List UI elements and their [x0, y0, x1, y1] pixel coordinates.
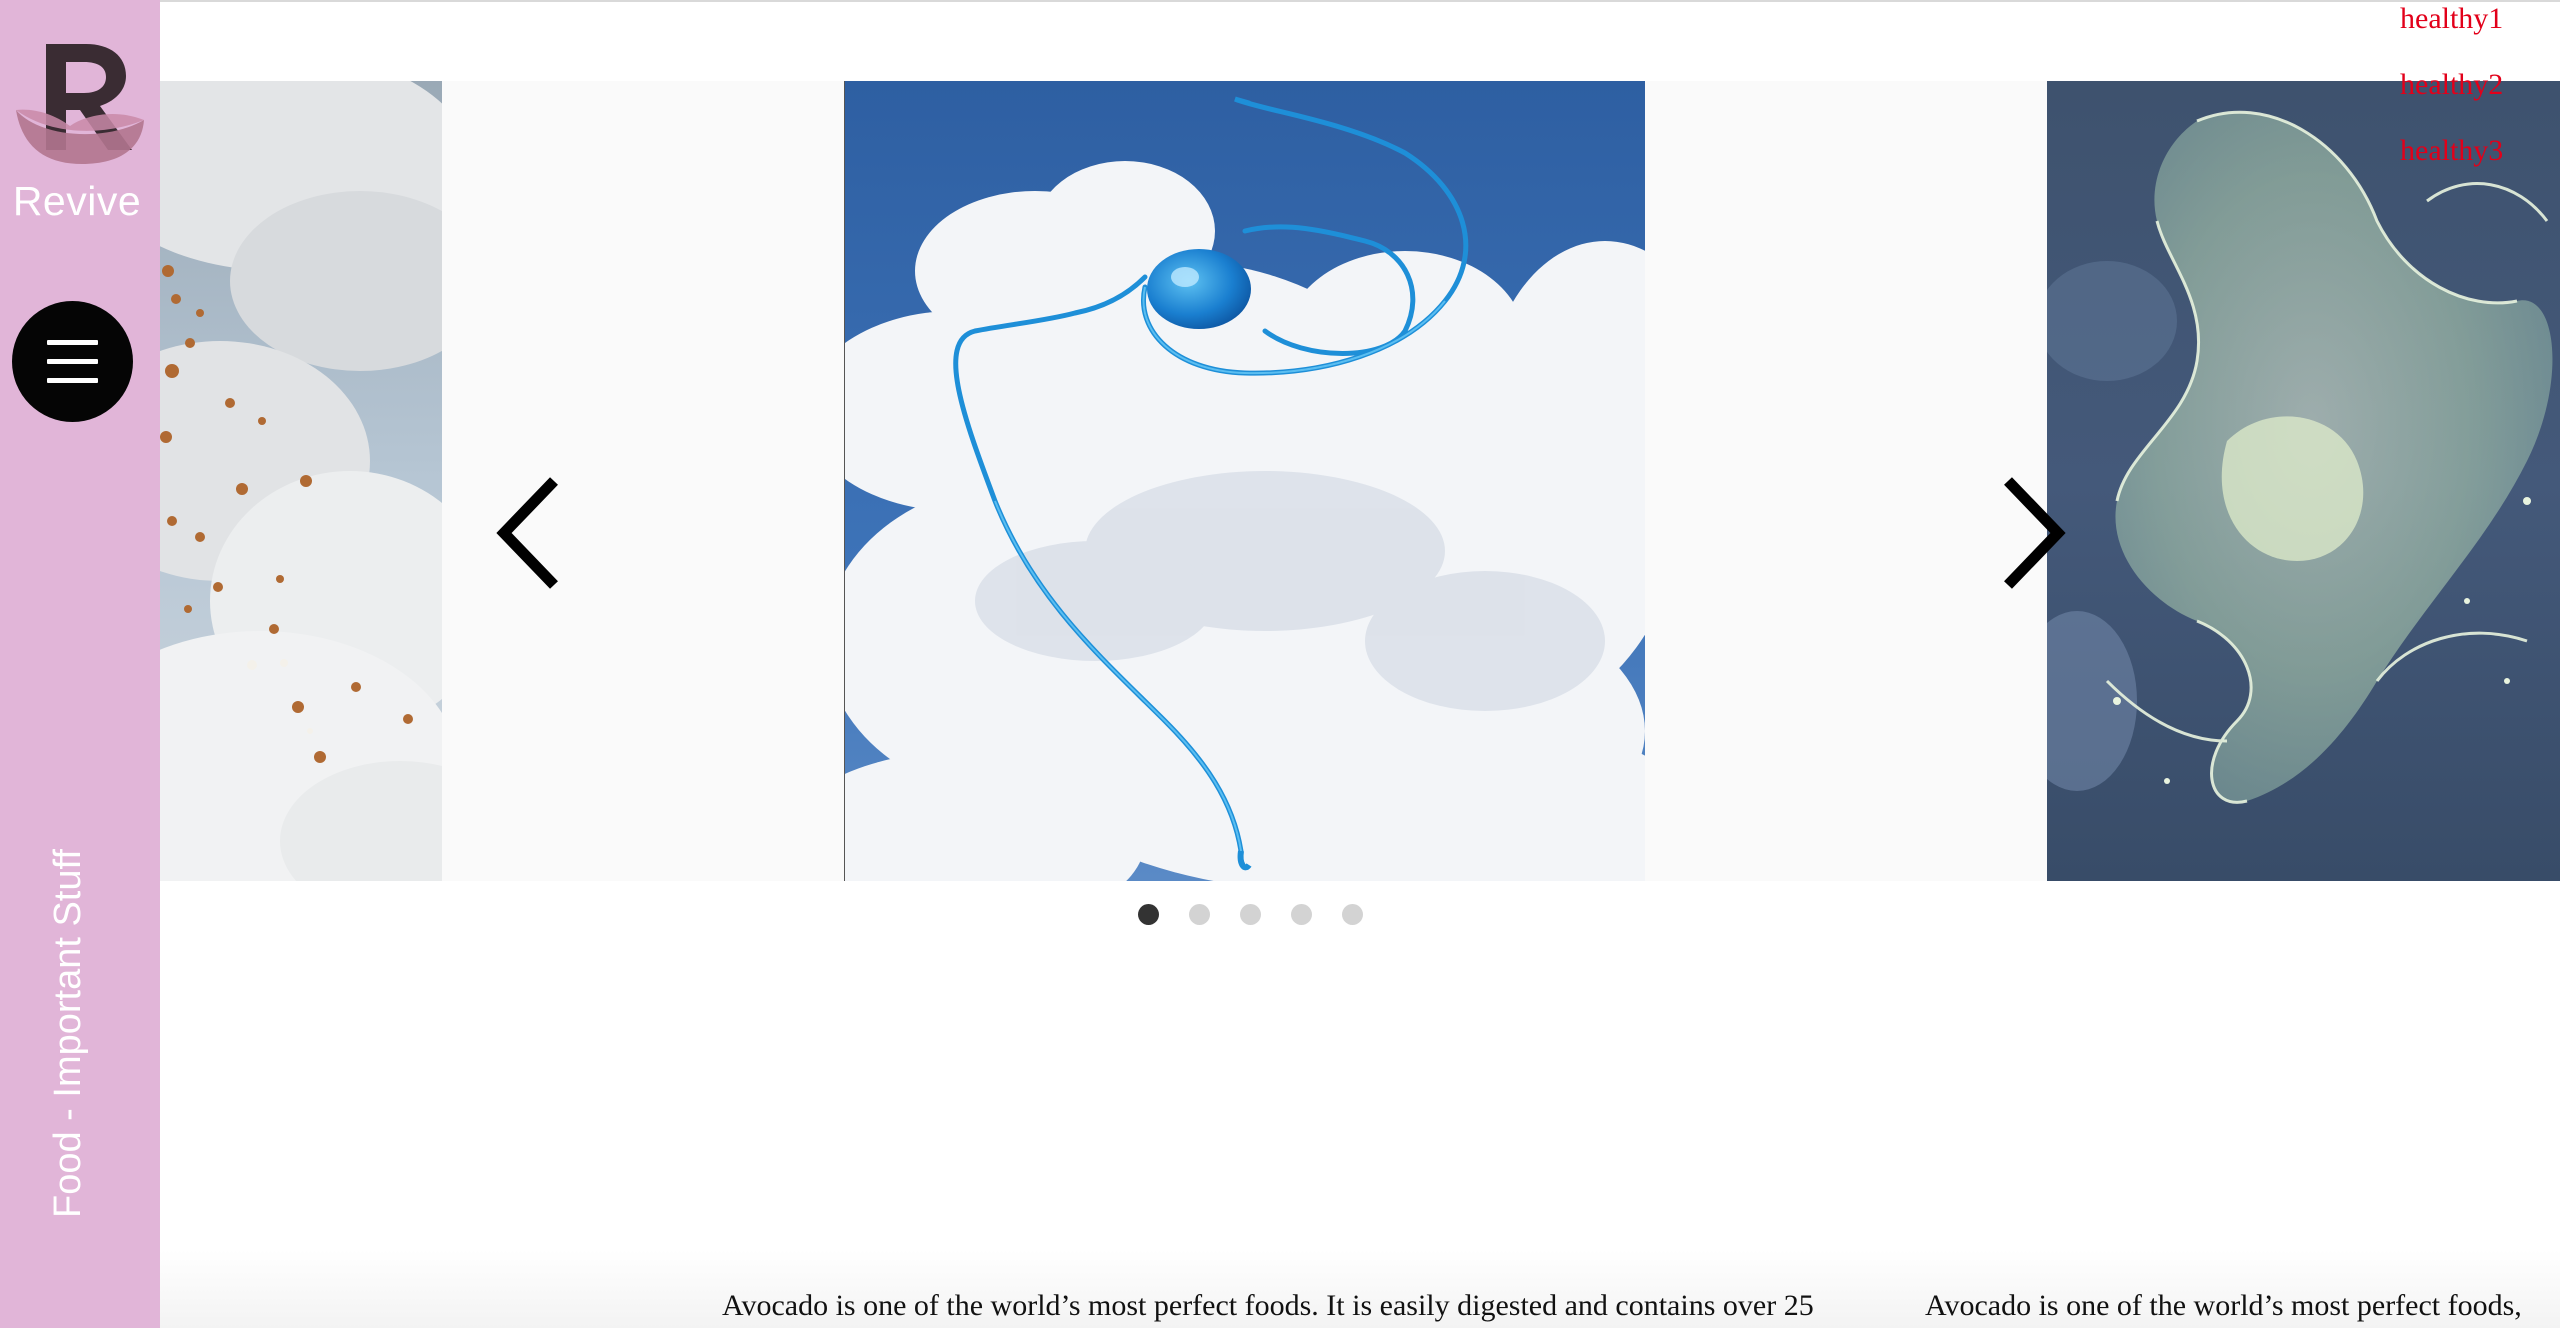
carousel-slide-next[interactable]: [2047, 81, 2560, 881]
image-carousel: [160, 81, 2560, 881]
carousel-dot-2[interactable]: [1189, 904, 1210, 925]
menu-button[interactable]: [12, 301, 133, 422]
brand-name: Revive: [12, 178, 142, 224]
carousel-dot-4[interactable]: [1291, 904, 1312, 925]
carousel-prev-button[interactable]: [490, 473, 570, 593]
revive-logo[interactable]: [14, 38, 146, 166]
carousel-slide-previous[interactable]: [160, 81, 442, 881]
chevron-right-icon: [2004, 477, 2066, 589]
sidebar: Revive Food - Important Stuff: [0, 0, 160, 1328]
article-snippet-2: Avocado is one of the world’s most perfe…: [1925, 1289, 2522, 1322]
carousel-dot-1[interactable]: [1138, 904, 1159, 925]
top-bar: [160, 0, 2560, 81]
chevron-left-icon: [496, 477, 558, 589]
carousel-next-button[interactable]: [1992, 473, 2072, 593]
carousel-dot-5[interactable]: [1342, 904, 1363, 925]
carousel-pagination: [1138, 904, 1363, 926]
healthy-link-2[interactable]: healthy2: [2400, 68, 2560, 102]
article-snippet-1: Avocado is one of the world’s most perfe…: [722, 1289, 1814, 1322]
section-label: Food - Important Stuff: [47, 849, 89, 1218]
healthy-link-3[interactable]: healthy3: [2400, 134, 2560, 168]
healthy-link-1[interactable]: healthy1: [2400, 2, 2560, 36]
carousel-slide-current[interactable]: [844, 81, 1645, 881]
carousel-dot-3[interactable]: [1240, 904, 1261, 925]
